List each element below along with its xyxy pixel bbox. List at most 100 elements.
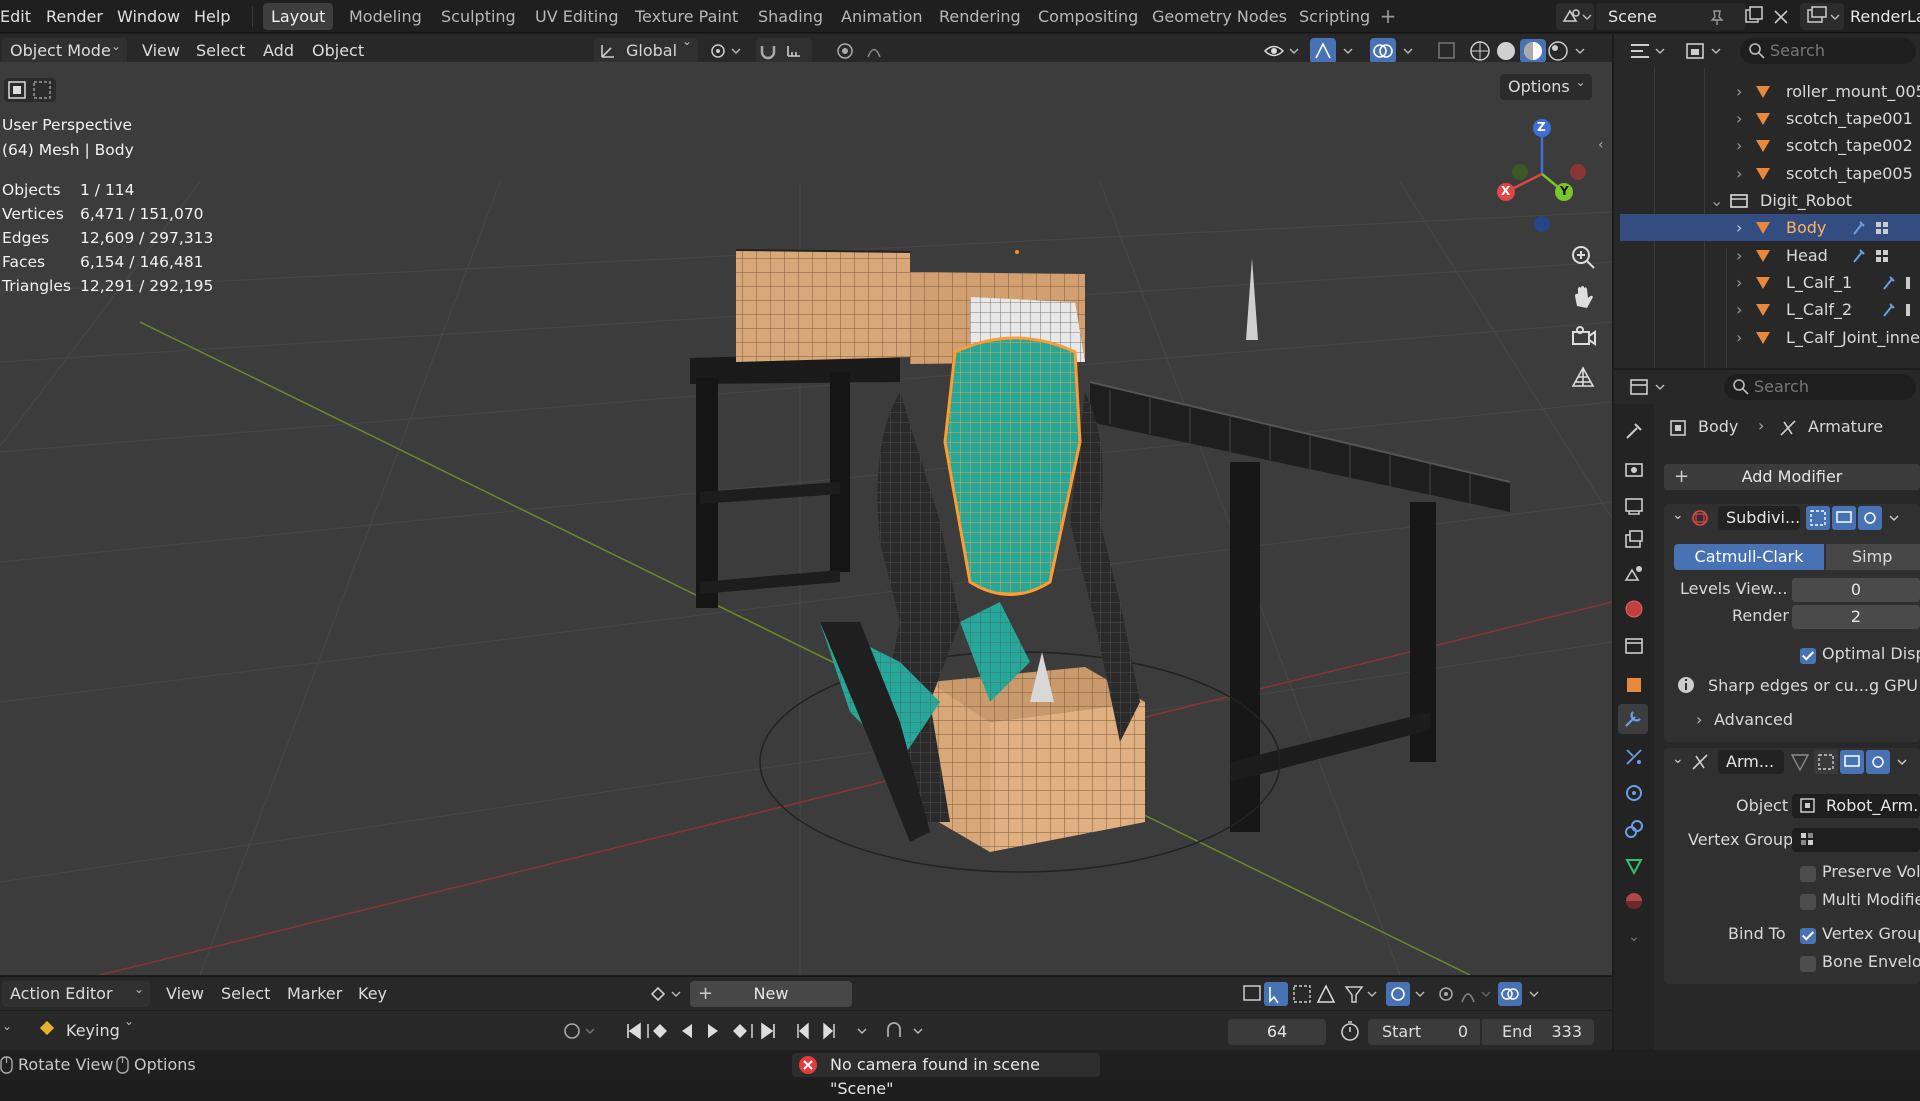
viewport-menu-select[interactable]: Select [196, 38, 245, 64]
subdivision-name-field[interactable]: Subdivi... [1718, 506, 1800, 530]
outliner-item-l-calf-2[interactable]: › L_Calf_2 [1620, 296, 1920, 323]
action-menu-marker[interactable]: Marker [287, 981, 342, 1007]
outliner-item-roller-mount[interactable]: › roller_mount_005 [1620, 78, 1920, 105]
viewport-menu-add[interactable]: Add [263, 38, 294, 64]
error-report[interactable]: No camera found in scene "Scene" [792, 1053, 1100, 1098]
tab-object-icon[interactable] [1619, 670, 1649, 700]
current-frame-field[interactable]: 64 [1228, 1019, 1326, 1045]
tab-particles-icon[interactable] [1619, 742, 1649, 772]
editor-type-icon[interactable] [1628, 40, 1672, 62]
tab-data-icon[interactable] [1619, 850, 1649, 880]
catmull-clark-button[interactable]: Catmull-Clark [1674, 544, 1824, 570]
start-frame-field[interactable]: Start 0 [1368, 1019, 1480, 1045]
outliner-item-l-calf-joint-inner[interactable]: › L_Calf_Joint_inner [1620, 324, 1920, 351]
shading-modes[interactable] [1466, 39, 1596, 63]
tab-layout[interactable]: Layout [263, 3, 334, 30]
modifier-display-toggles[interactable] [1806, 506, 1920, 530]
camera-view-icon[interactable] [1568, 322, 1598, 352]
modifier-display-toggles[interactable] [1788, 750, 1920, 774]
collapse-icon[interactable]: ⌄ [1672, 507, 1684, 523]
view-layer-name[interactable]: RenderLa [1850, 0, 1920, 33]
proportional-edit-icon[interactable] [834, 40, 894, 62]
tab-scripting[interactable]: Scripting [1291, 3, 1378, 30]
tab-scroll-down-icon[interactable]: ⌄ [1619, 922, 1649, 952]
tab-tool-icon[interactable] [1619, 416, 1649, 446]
outliner-item-digit-robot[interactable]: ⌄ Digit_Robot [1620, 187, 1920, 214]
new-action-button[interactable]: + New [690, 981, 852, 1007]
tab-texture-paint[interactable]: Texture Paint [627, 3, 746, 30]
zoom-icon[interactable] [1568, 242, 1598, 272]
action-menu-select[interactable]: Select [221, 981, 270, 1007]
view-layer-selector[interactable] [1800, 3, 1844, 30]
tab-rendering[interactable]: Rendering [931, 3, 1029, 30]
tab-constraints-icon[interactable] [1619, 814, 1649, 844]
pin-icon[interactable] [1708, 8, 1726, 26]
add-modifier-button[interactable]: + Add Modifier [1664, 464, 1920, 490]
chevron-down-icon[interactable]: ⌄ [2, 1019, 12, 1033]
tab-collection-icon[interactable] [1619, 630, 1649, 660]
menu-render[interactable]: Render [46, 0, 103, 33]
tab-sculpting[interactable]: Sculpting [433, 3, 524, 30]
add-workspace-icon[interactable]: + [1376, 4, 1400, 28]
new-scene-icon[interactable] [1743, 6, 1765, 26]
tab-output-icon[interactable] [1619, 490, 1649, 520]
overlays-toggle[interactable] [1370, 38, 1420, 64]
menu-edit[interactable]: Edit [0, 0, 31, 33]
action-editor-mode-dropdown[interactable]: Action Editor [2, 976, 150, 1007]
levels-viewport-field[interactable]: 0 [1792, 578, 1920, 602]
delete-scene-icon[interactable] [1770, 6, 1792, 26]
display-mode-icon[interactable] [1684, 40, 1728, 62]
outliner-search-input[interactable]: Search [1740, 38, 1916, 64]
tab-render-icon[interactable] [1619, 454, 1649, 484]
preserve-volume-checkbox[interactable] [1800, 866, 1816, 882]
tab-modeling[interactable]: Modeling [341, 3, 430, 30]
collapse-icon[interactable]: ⌄ [1672, 751, 1684, 767]
stopwatch-icon[interactable] [1338, 1019, 1362, 1043]
tab-compositing[interactable]: Compositing [1030, 3, 1146, 30]
menu-help[interactable]: Help [194, 0, 230, 33]
xray-icon[interactable] [1436, 40, 1458, 62]
outliner-item-scotch-tape001[interactable]: › scotch_tape001 [1620, 105, 1920, 132]
editor-type-icon[interactable] [1628, 376, 1672, 398]
pan-hand-icon[interactable] [1568, 282, 1598, 312]
orthographic-grid-icon[interactable] [1568, 362, 1598, 392]
playback-controls[interactable] [556, 1019, 926, 1043]
scene-selector[interactable] [1556, 3, 1594, 30]
armature-name-field[interactable]: Arm... [1718, 750, 1784, 774]
orientation-dropdown[interactable]: Global ⌄ [594, 34, 698, 64]
tab-modifiers-icon[interactable] [1618, 704, 1648, 734]
outliner-item-body[interactable]: › Body [1620, 214, 1920, 241]
end-frame-field[interactable]: End 333 [1482, 1019, 1594, 1045]
selection-mode-icons[interactable] [4, 78, 56, 102]
action-editor-tools[interactable] [1240, 982, 1610, 1006]
tab-animation[interactable]: Animation [833, 3, 931, 30]
render-levels-field[interactable]: 2 [1792, 605, 1920, 629]
optimal-display-checkbox[interactable] [1800, 648, 1816, 664]
properties-search-input[interactable]: Search [1724, 374, 1916, 400]
options-dropdown[interactable]: Options [1500, 69, 1592, 100]
chevron-right-icon[interactable]: › [1696, 710, 1702, 729]
advanced-section-label[interactable]: Advanced [1714, 710, 1793, 729]
tab-view-layer-icon[interactable] [1619, 524, 1649, 554]
menu-window[interactable]: Window [117, 0, 180, 33]
simple-button[interactable]: Simp [1826, 544, 1920, 570]
action-menu-view[interactable]: View [166, 981, 204, 1007]
bone-envelopes-checkbox[interactable] [1800, 956, 1816, 972]
tab-physics-icon[interactable] [1619, 778, 1649, 808]
action-browse-icon[interactable] [648, 983, 688, 1005]
visibility-icon[interactable] [1262, 40, 1302, 62]
gizmo-toggle[interactable] [1310, 38, 1360, 64]
3d-viewport[interactable]: User Perspective (64) Mesh | Body Object… [0, 62, 1612, 975]
outliner-item-head[interactable]: › Head [1620, 242, 1920, 269]
tab-world-icon[interactable] [1619, 594, 1649, 624]
snap-toggle[interactable] [756, 38, 812, 64]
scene-name-field[interactable]: Scene [1596, 3, 1746, 30]
tab-shading[interactable]: Shading [750, 3, 831, 30]
object-mode-dropdown[interactable]: Object Mode [2, 33, 127, 64]
outliner-item-scotch-tape005[interactable]: › scotch_tape005 [1620, 160, 1920, 187]
viewport-menu-object[interactable]: Object [312, 38, 364, 64]
viewport-menu-view[interactable]: View [142, 38, 180, 64]
outliner-item-scotch-tape002[interactable]: › scotch_tape002 [1620, 132, 1920, 159]
multi-modifier-checkbox[interactable] [1800, 894, 1816, 910]
tab-scene-icon[interactable] [1619, 558, 1649, 588]
